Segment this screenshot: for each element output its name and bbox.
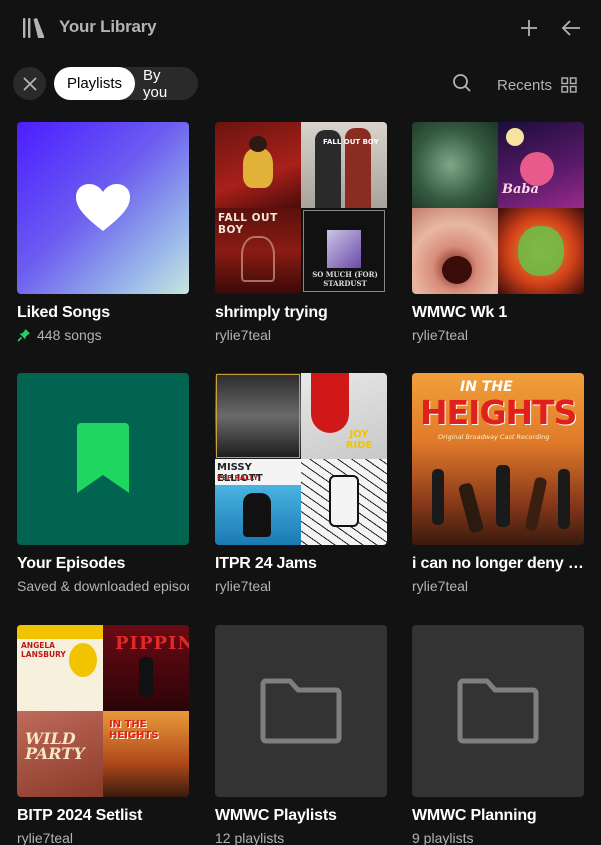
folder-icon [260, 678, 342, 744]
liked-songs-cover [17, 122, 189, 294]
playlist-mosaic-cover: JOY RIDE MISSY ELLIOTT PEP RALLY [215, 373, 387, 545]
card-itpr-24-jams[interactable]: JOY RIDE MISSY ELLIOTT PEP RALLY ITPR 24… [215, 373, 387, 594]
plus-icon[interactable] [517, 16, 541, 40]
card-title: WMWC Playlists [215, 807, 337, 824]
album-art [301, 459, 387, 545]
card-subtitle: 448 songs [17, 327, 189, 343]
playlist-mosaic-cover: Baba [412, 122, 584, 294]
search-icon[interactable] [451, 72, 475, 96]
card-subtitle: 12 playlists [215, 830, 285, 845]
chip-playlists[interactable]: Playlists [54, 67, 136, 100]
folder-cover [215, 625, 387, 797]
filter-chip-group: Playlists By you [54, 67, 198, 101]
bookmark-icon [77, 423, 129, 493]
heart-icon [76, 184, 130, 231]
card-subtitle: rylie7teal [215, 578, 272, 594]
album-art: FALL OUT BOY [301, 122, 387, 208]
card-bitp-2024-setlist[interactable]: ANGELA LANSBURY PIPPIN WILD PARTY IN THE… [17, 625, 189, 845]
clear-filters-button[interactable] [13, 67, 46, 100]
card-title: ITPR 24 Jams [215, 555, 317, 572]
filter-bar: Playlists By you Recents [0, 66, 601, 102]
album-art [498, 208, 584, 294]
album-art [215, 122, 301, 208]
card-subtitle: rylie7teal [412, 578, 469, 594]
card-your-episodes[interactable]: Your Episodes Saved & downloaded episode… [17, 373, 189, 594]
card-wmwc-wk-1[interactable]: Baba WMWC Wk 1 rylie7teal [412, 122, 584, 343]
album-art: MISSY ELLIOTT PEP RALLY [215, 459, 301, 545]
album-art: Baba [498, 122, 584, 208]
album-art [215, 373, 301, 459]
album-art [412, 122, 498, 208]
card-liked-songs[interactable]: Liked Songs 448 songs [17, 122, 189, 343]
library-title[interactable]: Your Library [59, 17, 157, 37]
card-wmwc-planning[interactable]: WMWC Planning 9 playlists [412, 625, 584, 845]
library-header: Your Library [0, 0, 601, 56]
card-subtitle: 9 playlists [412, 830, 474, 845]
sort-button[interactable]: Recents [497, 74, 577, 96]
card-subtitle: Saved & downloaded episodes [17, 578, 189, 594]
album-art: PIPPIN [103, 625, 189, 711]
pin-icon [17, 329, 30, 342]
card-subtitle: rylie7teal [215, 327, 272, 343]
card-subtitle: rylie7teal [412, 327, 469, 343]
chip-by-you[interactable]: By you [135, 67, 198, 101]
card-wmwc-playlists[interactable]: WMWC Playlists 12 playlists [215, 625, 387, 845]
album-art [412, 208, 498, 294]
close-icon [22, 76, 37, 91]
album-cover: IN THE HEIGHTS Original Broadway Cast Re… [412, 373, 584, 545]
card-title: shrimply trying [215, 304, 328, 321]
album-art: SO MUCH (FOR) STARDUST [301, 208, 387, 294]
library-icon[interactable] [22, 16, 46, 40]
album-art: JOY RIDE [301, 373, 387, 459]
card-title: BITP 2024 Setlist [17, 807, 143, 824]
card-title: Liked Songs [17, 304, 110, 321]
card-title: i can no longer deny that [412, 555, 584, 572]
card-title: Your Episodes [17, 555, 126, 572]
album-art: IN THE HEIGHTS [103, 711, 189, 797]
album-art: ANGELA LANSBURY [17, 625, 103, 711]
card-in-the-heights[interactable]: IN THE HEIGHTS Original Broadway Cast Re… [412, 373, 584, 594]
card-title: WMWC Planning [412, 807, 537, 824]
arrow-left-icon[interactable] [559, 16, 583, 40]
card-subtitle: rylie7teal [17, 830, 74, 845]
album-art: FALL OUT BOY [215, 208, 301, 294]
playlist-mosaic-cover: FALL OUT BOY FALL OUT BOY SO MUCH (FOR) … [215, 122, 387, 294]
grid-view-icon [561, 77, 577, 93]
card-title: WMWC Wk 1 [412, 304, 508, 321]
sort-label: Recents [497, 76, 553, 94]
episodes-cover [17, 373, 189, 545]
playlist-mosaic-cover: ANGELA LANSBURY PIPPIN WILD PARTY IN THE… [17, 625, 189, 797]
folder-cover [412, 625, 584, 797]
card-shrimply-trying[interactable]: FALL OUT BOY FALL OUT BOY SO MUCH (FOR) … [215, 122, 387, 343]
album-art: WILD PARTY [17, 711, 103, 797]
folder-icon [457, 678, 539, 744]
